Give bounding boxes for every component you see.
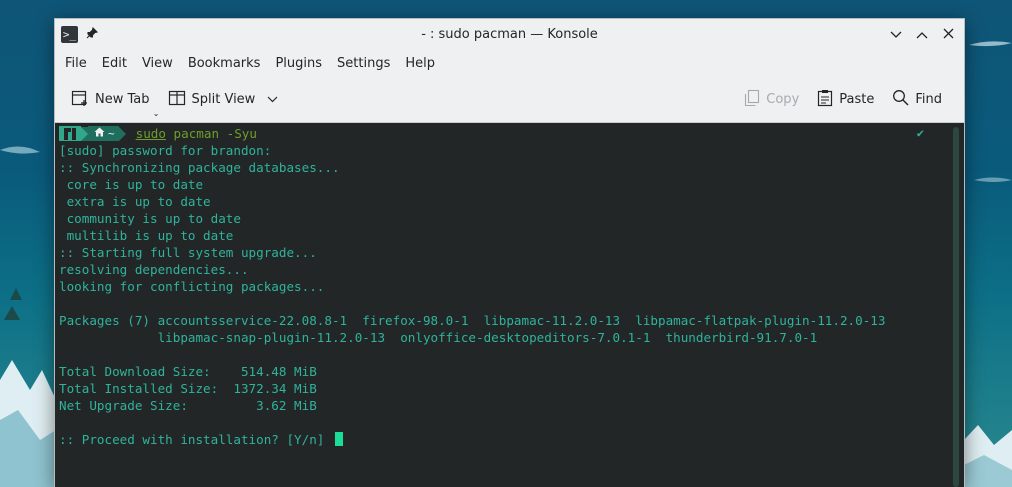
output-line: libpamac-snap-plugin-11.2.0-13 onlyoffic…: [59, 330, 818, 345]
wallpaper-right: [964, 0, 1012, 487]
output-line: Total Installed Size: 1372.34 MiB: [59, 381, 317, 396]
output-line: community is up to date: [59, 211, 241, 226]
output-line: Net Upgrade Size: 3.62 MiB: [59, 398, 317, 413]
output-line: resolving dependencies...: [59, 262, 249, 277]
toolbar: New Tab ⌄ Split View Copy Paste Find: [55, 77, 964, 123]
chevron-down-icon: ⌄: [152, 108, 160, 118]
home-icon: [94, 127, 105, 140]
find-label: Find: [915, 92, 942, 107]
command-args: pacman -Syu: [165, 126, 257, 141]
menu-file[interactable]: File: [59, 52, 93, 75]
new-tab-icon: [71, 89, 89, 111]
titlebar[interactable]: >_ - : sudo pacman — Konsole: [55, 19, 964, 49]
wallpaper-left: [0, 0, 56, 487]
manjaro-icon: [59, 126, 81, 141]
shell-prompt: ~ sudo pacman -Syu: [59, 125, 960, 142]
close-icon: [943, 27, 954, 42]
menu-plugins[interactable]: Plugins: [269, 52, 328, 75]
search-icon: [892, 89, 909, 110]
input-line[interactable]: :: Proceed with installation? [Y/n]: [59, 431, 960, 448]
terminal-area[interactable]: ~ sudo pacman -Syu ✔ [sudo] password for…: [55, 123, 964, 487]
minimize-button[interactable]: [886, 24, 906, 44]
split-view-button[interactable]: Split View: [162, 84, 285, 116]
output-line: :: Synchronizing package databases...: [59, 160, 340, 175]
copy-icon: [744, 89, 760, 111]
text-cursor: [334, 432, 343, 446]
close-button[interactable]: [938, 24, 958, 44]
status-check-icon: ✔: [916, 126, 924, 140]
chevron-down-icon[interactable]: [267, 92, 278, 107]
output-line: core is up to date: [59, 177, 204, 192]
menu-settings[interactable]: Settings: [331, 52, 396, 75]
split-view-label: Split View: [191, 92, 256, 107]
chevron-down-icon: [890, 27, 902, 42]
confirm-prompt: :: Proceed with installation? [Y/n]: [59, 432, 332, 447]
output-line: Packages (7) accountsservice-22.08.8-1 f…: [59, 313, 886, 328]
prompt-separator: [81, 126, 88, 141]
terminal-output: [sudo] password for brandon: :: Synchron…: [59, 142, 960, 448]
output-line: :: Starting full system upgrade...: [59, 245, 317, 260]
menu-bookmarks[interactable]: Bookmarks: [182, 52, 267, 75]
prompt-directory: ~: [88, 126, 119, 141]
terminal-scrollbar[interactable]: [953, 127, 959, 487]
window-title: - : sudo pacman — Konsole: [421, 26, 598, 42]
find-button[interactable]: Find: [886, 84, 948, 115]
menu-edit[interactable]: Edit: [96, 52, 133, 75]
prompt-dir-text: ~: [108, 127, 115, 140]
command-text: sudo pacman -Syu: [136, 126, 257, 141]
copy-button[interactable]: Copy: [738, 84, 805, 116]
output-line: extra is up to date: [59, 194, 211, 209]
chevron-up-icon: [916, 27, 928, 42]
output-line: [sudo] password for brandon:: [59, 143, 272, 158]
terminal-icon[interactable]: >_: [61, 25, 78, 43]
pin-icon[interactable]: [86, 26, 99, 42]
konsole-window: >_ - : sudo pacman — Konsole File Edit V…: [54, 18, 965, 487]
paste-button[interactable]: Paste: [811, 84, 880, 116]
menu-help[interactable]: Help: [399, 52, 441, 75]
paste-icon: [817, 89, 833, 111]
output-line: multilib is up to date: [59, 228, 234, 243]
menubar: File Edit View Bookmarks Plugins Setting…: [55, 49, 964, 77]
paste-label: Paste: [839, 92, 875, 107]
command-sudo: sudo: [135, 126, 166, 141]
copy-label: Copy: [766, 92, 800, 107]
new-tab-button[interactable]: New Tab ⌄: [65, 84, 160, 118]
output-line: looking for conflicting packages...: [59, 279, 325, 294]
prompt-separator-end: [118, 126, 126, 141]
maximize-button[interactable]: [912, 24, 932, 44]
output-line: Total Download Size: 514.48 MiB: [59, 364, 317, 379]
new-tab-label: New Tab: [95, 92, 150, 107]
menu-view[interactable]: View: [136, 52, 179, 75]
split-view-icon: [168, 89, 186, 111]
